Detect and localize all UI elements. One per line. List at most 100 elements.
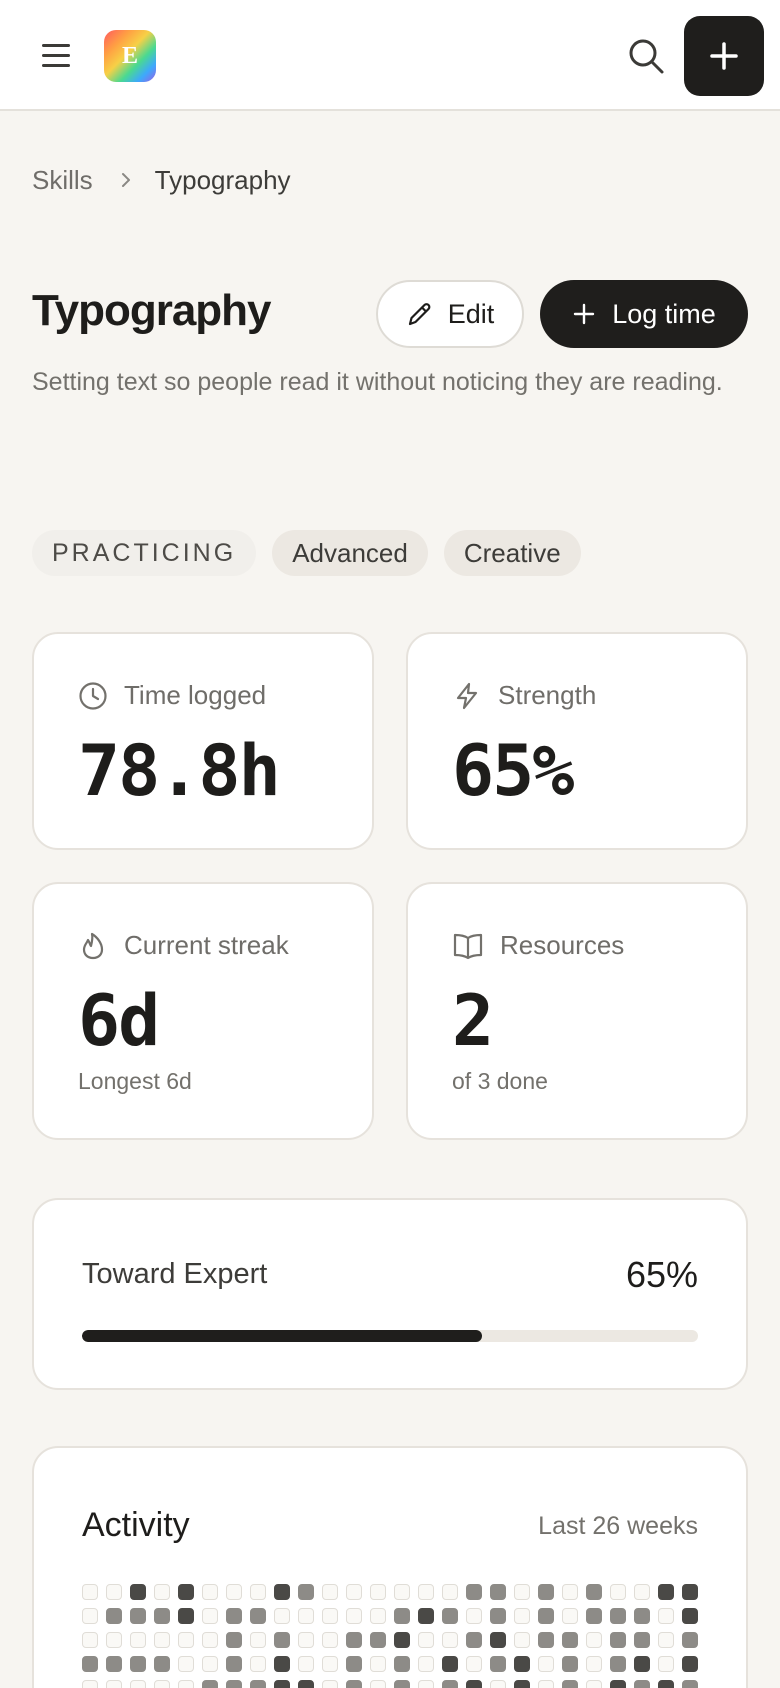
activity-cell — [442, 1608, 458, 1624]
activity-cell — [586, 1680, 602, 1688]
activity-cell — [154, 1584, 170, 1600]
activity-cell — [130, 1680, 146, 1688]
top-bar: E — [0, 0, 780, 111]
strength-card: Strength 65% — [406, 632, 748, 850]
activity-cell — [682, 1680, 698, 1688]
activity-cell — [658, 1680, 674, 1688]
stat-label: Strength — [498, 680, 597, 710]
tag-list: PRACTICING Advanced Creative — [32, 530, 581, 576]
activity-cell — [346, 1584, 362, 1600]
activity-cell — [106, 1608, 122, 1624]
stat-value: 78.8h — [78, 730, 281, 812]
activity-cell — [418, 1656, 434, 1672]
edit-button[interactable]: Edit — [376, 280, 524, 348]
activity-cell — [538, 1632, 554, 1648]
activity-cell — [154, 1656, 170, 1672]
activity-cell — [322, 1656, 338, 1672]
activity-cell — [130, 1656, 146, 1672]
activity-cell — [610, 1656, 626, 1672]
activity-cell — [586, 1656, 602, 1672]
activity-cell — [634, 1656, 650, 1672]
activity-cell — [178, 1632, 194, 1648]
activity-cell — [322, 1680, 338, 1688]
activity-cell — [154, 1608, 170, 1624]
activity-title: Activity — [82, 1506, 190, 1544]
activity-cell — [82, 1656, 98, 1672]
activity-cell — [514, 1680, 530, 1688]
activity-cell — [442, 1584, 458, 1600]
activity-cell — [634, 1584, 650, 1600]
activity-cell — [610, 1608, 626, 1624]
activity-cell — [538, 1584, 554, 1600]
activity-cell — [154, 1680, 170, 1688]
menu-icon[interactable] — [38, 38, 76, 72]
status-badge: PRACTICING — [32, 530, 257, 576]
activity-cell — [682, 1632, 698, 1648]
activity-cell — [130, 1584, 146, 1600]
activity-cell — [370, 1632, 386, 1648]
activity-cell — [274, 1680, 290, 1688]
activity-cell — [298, 1656, 314, 1672]
activity-cell — [274, 1656, 290, 1672]
activity-cell — [490, 1608, 506, 1624]
activity-cell — [466, 1584, 482, 1600]
activity-cell — [682, 1608, 698, 1624]
breadcrumb-skills-link[interactable]: Skills — [32, 165, 93, 196]
activity-cell — [610, 1632, 626, 1648]
activity-cell — [370, 1656, 386, 1672]
pencil-icon — [408, 303, 431, 326]
category-tag[interactable]: Creative — [443, 530, 581, 576]
activity-cell — [394, 1608, 410, 1624]
activity-cell — [274, 1632, 290, 1648]
activity-cell — [82, 1608, 98, 1624]
search-icon[interactable] — [626, 36, 666, 76]
activity-cell — [226, 1656, 242, 1672]
activity-cell — [370, 1680, 386, 1688]
activity-cell — [490, 1632, 506, 1648]
activity-cell — [178, 1584, 194, 1600]
activity-cell — [346, 1632, 362, 1648]
add-button[interactable] — [684, 16, 764, 96]
activity-cell — [274, 1608, 290, 1624]
activity-cell — [370, 1584, 386, 1600]
activity-cell — [538, 1656, 554, 1672]
activity-cell — [562, 1656, 578, 1672]
activity-heatmap — [82, 1584, 698, 1688]
activity-cell — [466, 1656, 482, 1672]
plus-icon — [710, 42, 738, 70]
activity-cell — [586, 1608, 602, 1624]
activity-cell — [634, 1680, 650, 1688]
activity-cell — [346, 1608, 362, 1624]
activity-cell — [82, 1632, 98, 1648]
progress-card: Toward Expert 65% — [32, 1198, 748, 1390]
activity-cell — [106, 1680, 122, 1688]
stat-value: 6d — [78, 980, 160, 1062]
activity-cell — [634, 1632, 650, 1648]
app-logo[interactable]: E — [104, 30, 156, 82]
time-logged-card: Time logged 78.8h — [32, 632, 374, 850]
stat-value: 2 — [452, 980, 494, 1062]
activity-cell — [322, 1608, 338, 1624]
activity-cell — [130, 1608, 146, 1624]
resources-card: Resources 2 of 3 done — [406, 882, 748, 1140]
level-tag[interactable]: Advanced — [272, 530, 428, 576]
activity-cell — [394, 1656, 410, 1672]
activity-cell — [106, 1584, 122, 1600]
activity-cell — [202, 1608, 218, 1624]
activity-cell — [418, 1608, 434, 1624]
activity-cell — [562, 1632, 578, 1648]
activity-card: Activity Last 26 weeks — [32, 1446, 748, 1688]
log-time-button[interactable]: Log time — [540, 280, 748, 348]
activity-cell — [106, 1632, 122, 1648]
activity-cell — [658, 1584, 674, 1600]
activity-cell — [514, 1608, 530, 1624]
activity-cell — [322, 1632, 338, 1648]
activity-cell — [442, 1680, 458, 1688]
activity-cell — [178, 1680, 194, 1688]
activity-cell — [250, 1584, 266, 1600]
clock-icon — [79, 681, 107, 710]
activity-cell — [226, 1680, 242, 1688]
chevron-right-icon — [119, 171, 133, 189]
activity-cell — [394, 1680, 410, 1688]
activity-cell — [346, 1656, 362, 1672]
